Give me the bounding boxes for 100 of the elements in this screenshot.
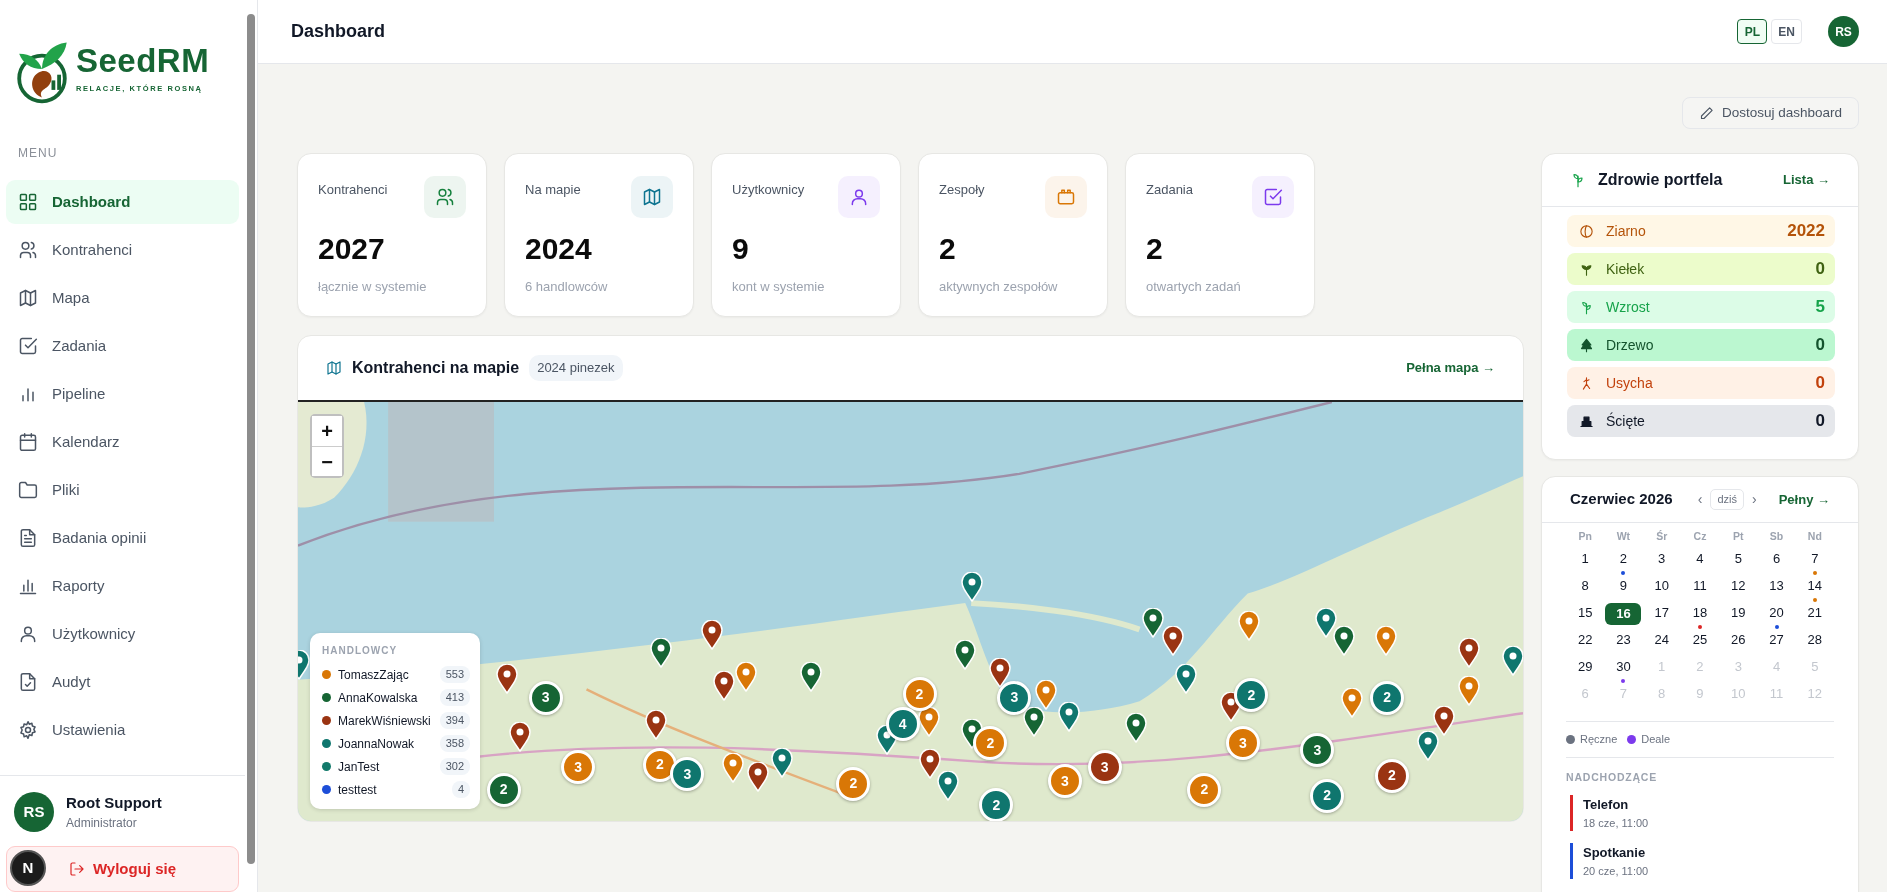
map-pin-icon[interactable] (722, 752, 745, 783)
checkbox-icon (18, 336, 38, 356)
sidebar-item[interactable]: Badania opinii (6, 516, 239, 560)
map-pin-icon[interactable] (509, 721, 532, 752)
calendar-day[interactable]: 2 (1609, 549, 1638, 569)
map-pin-icon[interactable] (800, 661, 823, 692)
legend-count: 4 (451, 781, 470, 798)
map-pin-icon[interactable] (961, 571, 984, 602)
calendar-day[interactable]: 9 (1609, 576, 1638, 596)
sidebar-item[interactable]: Dashboard (6, 180, 239, 224)
map-pin-icon[interactable] (1332, 625, 1355, 656)
sidebar-item[interactable]: Audyt (6, 660, 239, 704)
calendar-day[interactable]: 26 (1724, 630, 1753, 650)
portfolio-stage-row[interactable]: Ścięte 0 (1567, 405, 1835, 437)
portfolio-stage-row[interactable]: Ziarno 2022 (1567, 215, 1835, 247)
map-pin-icon[interactable] (1417, 731, 1439, 762)
calendar-day[interactable]: 16 (1605, 603, 1642, 625)
full-calendar-link[interactable]: Pełny → (1778, 489, 1830, 510)
sidebar-item[interactable]: Użytkownicy (6, 612, 239, 656)
customize-dashboard-button[interactable]: Dostosuj dashboard (1681, 97, 1859, 129)
map-pin-icon[interactable] (1374, 625, 1397, 656)
map-pin-icon[interactable] (712, 671, 735, 702)
sidebar-item[interactable]: Pipeline (6, 372, 239, 416)
zoom-out-button[interactable]: − (312, 446, 342, 476)
calendar-day[interactable]: 3 (1647, 549, 1676, 569)
calendar-day[interactable]: 29 (1571, 657, 1600, 677)
map-pin-icon[interactable] (1432, 706, 1455, 736)
map-pin-icon[interactable] (937, 770, 960, 801)
calendar-day[interactable]: 12 (1724, 576, 1753, 596)
map-pin-icon[interactable] (650, 637, 673, 668)
upcoming-heading: NADCHODZĄCE (1566, 769, 1659, 785)
calendar-day[interactable]: 4 (1686, 549, 1714, 569)
calendar-day[interactable]: 23 (1609, 630, 1638, 650)
calendar-day[interactable]: 18 (1686, 603, 1714, 623)
calendar-day[interactable]: 10 (1647, 576, 1676, 596)
sidebar-item[interactable]: Mapa (6, 276, 239, 320)
map-pin-icon[interactable] (1341, 688, 1364, 719)
map-pin-icon[interactable] (496, 664, 519, 695)
language-button[interactable]: PL (1737, 19, 1768, 44)
calendar-day[interactable]: 7 (1800, 549, 1829, 569)
map-pin-icon[interactable] (735, 661, 758, 692)
calendar-day[interactable]: 21 (1800, 603, 1829, 623)
portfolio-stage-row[interactable]: Kiełek 0 (1567, 253, 1835, 285)
map-pin-icon[interactable] (1314, 607, 1337, 638)
upcoming-event[interactable]: Telefon 18 cze, 11:00 (1570, 795, 1834, 832)
calendar-day[interactable]: 13 (1762, 576, 1791, 596)
calendar-day[interactable]: 30 (1609, 657, 1638, 677)
list-link[interactable]: Lista → (1783, 170, 1830, 190)
map-pin-icon[interactable] (645, 709, 668, 740)
calendar-day[interactable]: 19 (1724, 603, 1753, 623)
scrollbar-thumb[interactable] (247, 14, 255, 864)
map-pin-icon[interactable] (700, 619, 723, 650)
map-pin-icon[interactable] (771, 747, 794, 778)
map-pin-icon[interactable] (1162, 625, 1185, 656)
sidebar-item[interactable]: Zadania (6, 324, 239, 368)
calendar-day[interactable]: 6 (1762, 549, 1791, 569)
today-button[interactable]: dziś (1710, 489, 1745, 510)
previous-month-button[interactable]: ‹ (1693, 489, 1707, 510)
legend-name: testtest (338, 781, 377, 799)
user-avatar[interactable]: RS (1828, 16, 1859, 47)
sidebar-item[interactable]: Kontrahenci (6, 228, 239, 272)
portfolio-stage-row[interactable]: Usycha 0 (1567, 367, 1835, 399)
calendar-day[interactable]: 20 (1762, 603, 1791, 623)
calendar-day[interactable]: 22 (1571, 630, 1600, 650)
next-month-button[interactable]: › (1748, 489, 1761, 510)
upcoming-event[interactable]: Spotkanie 20 cze, 11:00 (1570, 843, 1834, 880)
calendar-day[interactable]: 15 (1571, 603, 1600, 623)
map-pin-icon[interactable] (1457, 637, 1480, 668)
map-pin-icon[interactable] (1034, 679, 1057, 710)
calendar-day[interactable]: 1 (1571, 549, 1600, 569)
map-pin-icon[interactable] (1457, 676, 1480, 707)
calendar-day[interactable]: 8 (1571, 576, 1600, 596)
map-pin-icon[interactable] (954, 640, 977, 671)
calendar-day[interactable]: 11 (1686, 576, 1714, 596)
map-pin-icon[interactable] (1237, 611, 1260, 642)
map-pin-icon[interactable] (747, 762, 770, 793)
calendar-day[interactable]: 27 (1762, 630, 1791, 650)
map-pin-icon[interactable] (989, 658, 1012, 689)
map-pin-icon[interactable] (1175, 664, 1198, 695)
calendar-day[interactable]: 24 (1647, 630, 1676, 650)
calendar-day[interactable]: 25 (1686, 630, 1714, 650)
sidebar-item[interactable]: Kalendarz (6, 420, 239, 464)
map-pin-icon[interactable] (1124, 713, 1147, 744)
map-pin-icon[interactable] (1141, 607, 1164, 638)
map-pin-icon[interactable] (1022, 707, 1045, 738)
stage-count: 0 (1815, 372, 1825, 395)
calendar-day[interactable]: 5 (1724, 549, 1753, 569)
map-pin-icon[interactable] (1502, 646, 1523, 677)
map-pin-icon[interactable] (919, 749, 942, 780)
calendar-day[interactable]: 28 (1800, 630, 1829, 650)
portfolio-stage-row[interactable]: Drzewo 0 (1567, 329, 1835, 361)
sidebar-item[interactable]: Raporty (6, 564, 239, 608)
calendar-day[interactable]: 14 (1800, 576, 1829, 596)
plant-icon (1579, 299, 1594, 315)
map-pin-icon[interactable] (1057, 702, 1080, 733)
full-map-link[interactable]: Pełna mapa → (1406, 358, 1495, 378)
sidebar-item[interactable]: Ustawienia (6, 708, 239, 752)
sidebar-item[interactable]: Pliki (6, 468, 239, 512)
calendar-day[interactable]: 17 (1647, 603, 1676, 623)
language-button[interactable]: EN (1771, 19, 1802, 44)
